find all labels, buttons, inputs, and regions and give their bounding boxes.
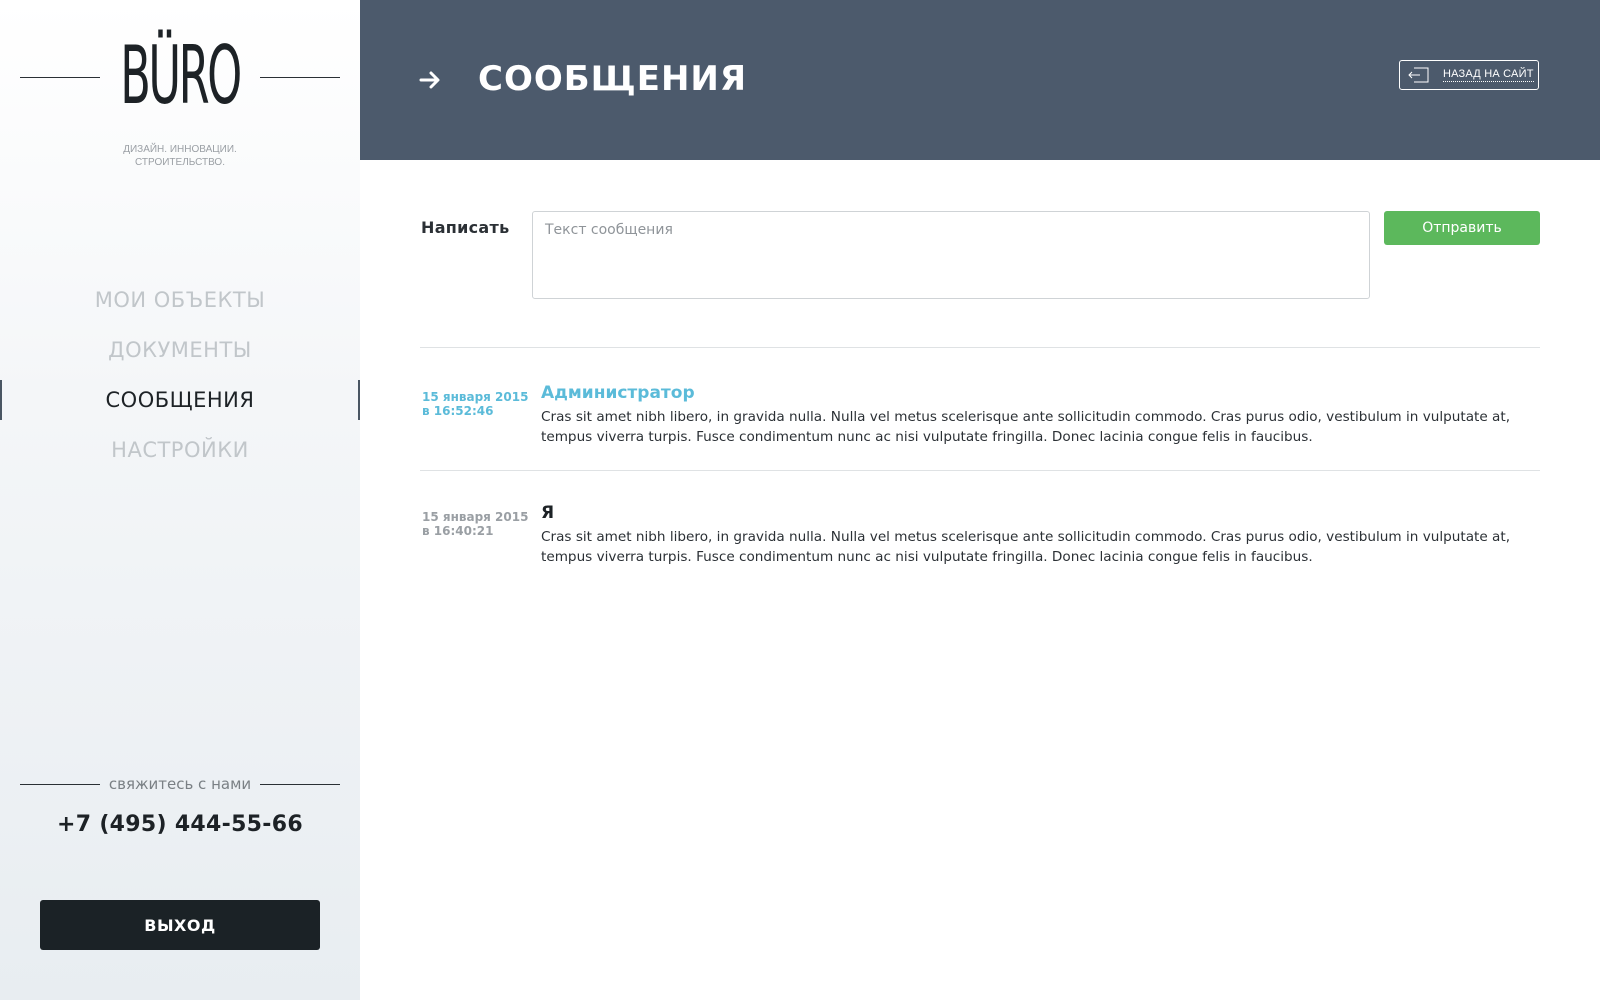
exit-door-icon bbox=[1408, 67, 1429, 83]
message-divider bbox=[420, 470, 1540, 471]
logo-divider-right bbox=[260, 77, 340, 78]
back-to-site-label: НАЗАД НА САЙТ bbox=[1443, 68, 1534, 82]
page-header: СООБЩЕНИЯ НАЗАД НА САЙТ bbox=[360, 0, 1600, 160]
message-text: Cras sit amet nibh libero, in gravida nu… bbox=[541, 529, 1511, 565]
tagline-line-1: ДИЗАЙН. ИННОВАЦИИ. bbox=[123, 144, 237, 155]
arrow-right-icon bbox=[419, 71, 440, 89]
back-to-site-button[interactable]: НАЗАД НА САЙТ bbox=[1399, 60, 1539, 90]
message-author: Я bbox=[541, 503, 555, 523]
main-nav: МОИ ОБЪЕКТЫ ДОКУМЕНТЫ СООБЩЕНИЯ НАСТРОЙК… bbox=[0, 275, 360, 475]
message-date-time: в 16:52:46 bbox=[422, 404, 494, 418]
nav-item-settings[interactable]: НАСТРОЙКИ bbox=[0, 425, 360, 475]
contact-divider-right bbox=[260, 784, 340, 785]
contact-phone[interactable]: +7 (495) 444-55-66 bbox=[0, 812, 360, 837]
page-title: СООБЩЕНИЯ bbox=[478, 59, 748, 99]
send-button[interactable]: Отправить bbox=[1384, 211, 1540, 245]
compose-divider bbox=[420, 347, 1540, 348]
nav-item-my-objects[interactable]: МОИ ОБЪЕКТЫ bbox=[0, 275, 360, 325]
message-input[interactable] bbox=[532, 211, 1370, 299]
message-date: 15 января 2015 в 16:52:46 bbox=[422, 390, 532, 418]
nav-item-messages[interactable]: СООБЩЕНИЯ bbox=[0, 375, 360, 425]
message-date-day: 15 января 2015 bbox=[422, 510, 529, 524]
sidebar: BÜRO ДИЗАЙН. ИННОВАЦИИ. СТРОИТЕЛЬСТВО. М… bbox=[0, 0, 360, 1000]
message-date: 15 января 2015 в 16:40:21 bbox=[422, 510, 532, 538]
compose-label: Написать bbox=[421, 218, 510, 237]
message-date-day: 15 января 2015 bbox=[422, 390, 529, 404]
message-author[interactable]: Администратор bbox=[541, 381, 695, 405]
message-text: Cras sit amet nibh libero, in gravida nu… bbox=[541, 409, 1511, 445]
messages-panel: Написать Отправить 15 января 2015 в 16:5… bbox=[360, 160, 1600, 1000]
contact-heading: свяжитесь с нами bbox=[20, 774, 340, 794]
logo[interactable]: BÜRO bbox=[20, 26, 340, 136]
message-date-time: в 16:40:21 bbox=[422, 524, 494, 538]
logo-wordmark[interactable]: BÜRO bbox=[81, 26, 279, 126]
nav-item-documents[interactable]: ДОКУМЕНТЫ bbox=[0, 325, 360, 375]
logout-button[interactable]: ВЫХОД bbox=[40, 900, 320, 950]
tagline-line-2: СТРОИТЕЛЬСТВО. bbox=[135, 157, 225, 168]
brand-tagline: ДИЗАЙН. ИННОВАЦИИ. СТРОИТЕЛЬСТВО. bbox=[0, 143, 360, 169]
